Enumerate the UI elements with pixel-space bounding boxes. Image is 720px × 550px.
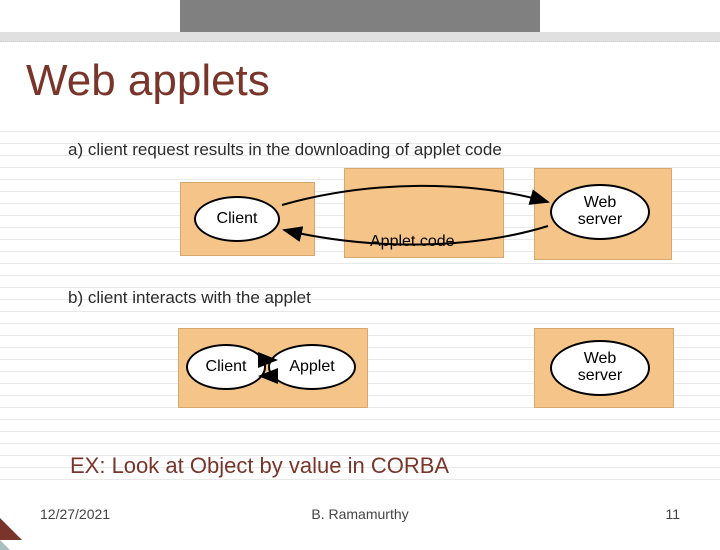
- label-applet-code: Applet code: [368, 232, 457, 252]
- node-b-applet: Applet: [268, 344, 356, 390]
- node-label-line2: server: [578, 368, 622, 385]
- footer-author: B. Ramamurthy: [311, 506, 408, 522]
- corner-decoration: [0, 518, 22, 540]
- node-label: Client: [217, 210, 258, 228]
- caption-a: a) client request results in the downloa…: [68, 140, 502, 160]
- top-separator: [0, 32, 720, 42]
- footer-date: 12/27/2021: [40, 506, 110, 522]
- node-label: Client: [206, 358, 247, 376]
- node-a-client: Client: [194, 196, 280, 242]
- node-a-server: Web server: [550, 184, 650, 240]
- node-label-line1: Web: [584, 195, 617, 212]
- slide-title: Web applets: [26, 56, 270, 106]
- node-b-client: Client: [186, 344, 266, 390]
- node-label-line2: server: [578, 212, 622, 229]
- node-label-line1: Web: [584, 351, 617, 368]
- title-bar-backdrop: [180, 0, 540, 36]
- node-b-server: Web server: [550, 340, 650, 396]
- node-label: Applet: [289, 358, 334, 376]
- footer-page-number: 11: [665, 506, 680, 522]
- caption-b: b) client interacts with the applet: [68, 288, 311, 308]
- example-note: EX: Look at Object by value in CORBA: [70, 453, 449, 479]
